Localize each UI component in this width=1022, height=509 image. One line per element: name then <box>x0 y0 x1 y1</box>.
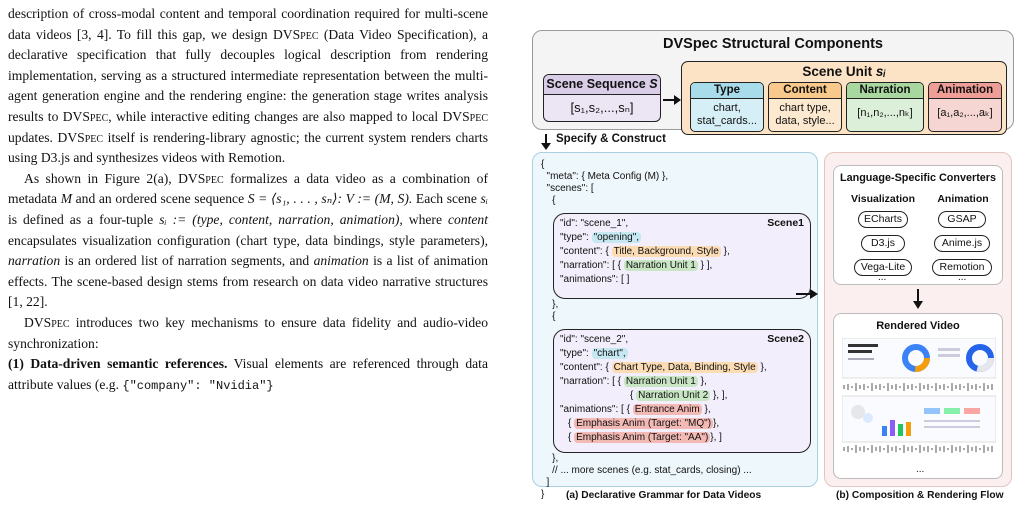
code-line: { <box>541 195 556 206</box>
scene-unit-box: Scene Unit sᵢ Type chart, stat_cards... Con… <box>681 61 1007 135</box>
visualization-header: Visualization <box>851 193 915 205</box>
code-line: { Narration Unit 2 }, ], <box>630 390 728 401</box>
card-line: stat_cards... <box>697 115 757 127</box>
arrow-down-icon <box>541 134 551 150</box>
code-line: "animations": [ ] <box>560 274 630 285</box>
code-line: "type": "chart", <box>560 348 628 359</box>
rendered-video-frames-image <box>842 338 996 453</box>
animejs-pill: Anime.js <box>934 235 990 252</box>
code-line: "scenes": [ <box>541 183 594 194</box>
converters-box: Language-Specific Converters Visualizati… <box>833 165 1003 285</box>
card-body: [a₁,a₂,...,aₖ] <box>929 99 1001 127</box>
card-title: Content <box>769 83 841 99</box>
arrow-right-icon <box>796 289 818 299</box>
card-line: data, style... <box>775 115 835 127</box>
rendering-flow-panel: Language-Specific Converters Visualizati… <box>824 152 1012 487</box>
code-line: { <box>541 311 556 322</box>
animation-header: Animation <box>937 193 989 205</box>
rendered-video-title: Rendered Video <box>876 320 960 332</box>
code-line: }, <box>541 299 559 310</box>
scene2-label: Scene2 <box>767 333 804 345</box>
grammar-panel: { "meta": { Meta Config (M) }, "scenes":… <box>532 152 818 500</box>
ellipsis: ... <box>878 272 887 283</box>
code-line: "narration": [ { Narration Unit 1 }, <box>560 376 707 387</box>
paragraph-3: DVSpec introduces two key mechanisms to … <box>8 314 488 351</box>
code-line: "meta": { Meta Config (M) }, <box>541 171 669 182</box>
paragraph-1: description of cross-modal content and t… <box>8 6 488 166</box>
scene-unit-card-animation: Animation [a₁,a₂,...,aₖ] <box>928 82 1002 132</box>
converters-title: Language-Specific Converters <box>840 172 996 184</box>
code-line: // ... more scenes (e.g. stat_cards, clo… <box>541 465 752 476</box>
scene-unit-card-narration: Narration [n₁,n₂,...,nₖ] <box>846 82 924 132</box>
scene-unit-title: Scene Unit sᵢ <box>802 64 886 79</box>
structural-components-panel: DVSpec Structural Components Scene Seque… <box>532 30 1014 135</box>
code-line: "id": "scene_1", <box>560 218 629 229</box>
scene-sequence-header: Scene Sequence S <box>544 75 660 95</box>
scene1-label: Scene1 <box>767 217 804 229</box>
code-line: { Emphasis Anim (Target: "AA")}, ] <box>568 432 722 443</box>
code-line: }, <box>541 453 559 464</box>
figure-2: DVSpec Structural Components Scene Seque… <box>520 0 1020 509</box>
code-line: "id": "scene_2", <box>560 334 629 345</box>
card-body: chart, stat_cards... <box>691 99 763 128</box>
card-line: chart, <box>713 102 741 114</box>
code-line: { Emphasis Anim (Target: "MQ")}, <box>568 418 720 429</box>
ellipsis: ... <box>958 272 967 283</box>
card-body: chart type, data, style... <box>769 99 841 128</box>
scene-unit-card-content: Content chart type, data, style... <box>768 82 842 132</box>
scene2-box: Scene2 "id": "scene_2", "type": "chart",… <box>553 329 811 453</box>
code-line: "type": "opening", <box>560 232 642 243</box>
scene-unit-card-type: Type chart, stat_cards... <box>690 82 764 132</box>
code-line: "animations": [ { Entrance Anim }, <box>560 404 711 415</box>
echarts-pill: ECharts <box>858 211 908 228</box>
card-title: Animation <box>929 83 1001 99</box>
code-line: { <box>541 159 545 170</box>
specify-construct-label: Specify & Construct <box>556 133 666 145</box>
code-line: ] <box>541 477 550 488</box>
gsap-pill: GSAP <box>938 211 986 228</box>
code-line: "content": { Chart Type, Data, Binding, … <box>560 362 767 373</box>
rendered-video-box: Rendered Video ... <box>833 313 1003 479</box>
card-body: [n₁,n₂,...,nₖ] <box>847 99 923 127</box>
d3js-pill: D3.js <box>861 235 905 252</box>
card-line: [a₁,a₂,...,aₖ] <box>937 107 993 119</box>
code-line: } <box>541 489 545 500</box>
arrow-right-icon <box>663 95 681 105</box>
scene1-box: Scene1 "id": "scene_1", "type": "opening… <box>553 213 811 299</box>
scene-sequence-box: Scene Sequence S [s₁,s₂,...,sₙ] <box>543 74 661 122</box>
code-line: "narration": [ { Narration Unit 1 } ], <box>560 260 713 271</box>
scene-sequence-value: [s₁,s₂,...,sₙ] <box>570 100 634 115</box>
ellipsis: ... <box>916 464 925 475</box>
card-title: Type <box>691 83 763 99</box>
paragraph-4: (1) Data-driven semantic references. Vis… <box>8 356 488 393</box>
code-line: "content": { Title, Background, Style }, <box>560 246 730 257</box>
arrow-down-icon <box>913 289 923 309</box>
card-line: [n₁,n₂,...,nₖ] <box>857 107 913 119</box>
card-line: chart type, <box>779 102 831 114</box>
card-title: Narration <box>847 83 923 99</box>
body-text-column: description of cross-modal content and t… <box>8 4 488 396</box>
caption-b: (b) Composition & Rendering Flow <box>836 490 1004 501</box>
structural-components-title: DVSpec Structural Components <box>663 36 883 52</box>
caption-a: (a) Declarative Grammar for Data Videos <box>566 490 762 501</box>
paragraph-2: As shown in Figure 2(a), DVSpec formaliz… <box>8 170 488 310</box>
